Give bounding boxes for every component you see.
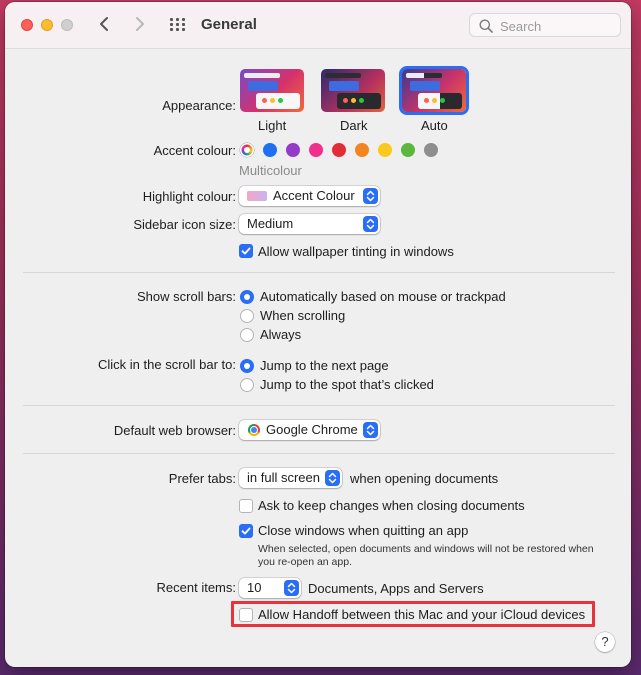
- search-input[interactable]: [498, 17, 617, 35]
- recent-items-popup[interactable]: 10: [239, 578, 301, 598]
- accent-selected-name: Multicolour: [239, 163, 302, 178]
- close-windows-label[interactable]: Close windows when quitting an app: [258, 523, 468, 538]
- scroll-click-spot-radio[interactable]: [240, 378, 254, 392]
- search-icon: [479, 19, 493, 33]
- recent-items-label: Recent items:: [156, 580, 236, 595]
- show-all-grid-icon[interactable]: [170, 18, 186, 32]
- highlight-colour-value: Accent Colour: [273, 188, 355, 203]
- scroll-click-label: Click in the scroll bar to:: [98, 357, 236, 372]
- accent-swatch-multicolour[interactable]: [240, 143, 254, 157]
- scroll-bars-auto-label[interactable]: Automatically based on mouse or trackpad: [260, 289, 506, 304]
- chevron-left-icon: [100, 17, 108, 31]
- close-window-button[interactable]: [21, 19, 33, 31]
- close-windows-checkbox[interactable]: [239, 524, 253, 538]
- appearance-dark-thumbnail[interactable]: [321, 69, 385, 112]
- appearance-label: Appearance:: [162, 98, 236, 113]
- appearance-option-dark-label: Dark: [340, 118, 368, 133]
- accent-swatch-pink[interactable]: [309, 143, 323, 157]
- sidebar-icon-size-value: Medium: [247, 216, 294, 231]
- zoom-window-button[interactable]: [61, 19, 73, 31]
- help-button[interactable]: ?: [595, 632, 615, 652]
- accent-colour-label: Accent colour:: [153, 143, 236, 158]
- back-button[interactable]: [95, 13, 115, 35]
- popup-stepper-icon: [363, 422, 378, 438]
- handoff-label[interactable]: Allow Handoff between this Mac and your …: [258, 607, 585, 622]
- ask-keep-changes-checkbox[interactable]: [239, 499, 253, 513]
- checkmark-icon: [241, 247, 251, 255]
- ask-keep-changes-label[interactable]: Ask to keep changes when closing documen…: [258, 498, 525, 513]
- show-scroll-bars-label: Show scroll bars:: [137, 289, 236, 304]
- appearance-option-auto-label: Auto: [421, 118, 448, 133]
- highlight-colour-label: Highlight colour:: [142, 189, 236, 204]
- accent-swatch-yellow[interactable]: [378, 143, 392, 157]
- accent-swatch-graphite[interactable]: [424, 143, 438, 157]
- default-browser-popup[interactable]: Google Chrome: [239, 420, 380, 440]
- accent-swatch-orange[interactable]: [355, 143, 369, 157]
- scroll-bars-when-scrolling-label[interactable]: When scrolling: [260, 308, 345, 323]
- wallpaper-tinting-label[interactable]: Allow wallpaper tinting in windows: [258, 244, 454, 259]
- minimize-window-button[interactable]: [41, 19, 53, 31]
- highlight-colour-popup[interactable]: Accent Colour: [239, 186, 380, 206]
- popup-stepper-icon: [363, 216, 378, 232]
- section-divider: [23, 453, 615, 454]
- prefer-tabs-popup[interactable]: in full screen: [239, 468, 342, 488]
- accent-swatch-blue[interactable]: [263, 143, 277, 157]
- highlight-colour-preview: [247, 191, 267, 201]
- recent-items-suffix: Documents, Apps and Servers: [308, 581, 484, 596]
- appearance-auto-thumbnail[interactable]: [402, 69, 466, 112]
- close-windows-note: When selected, open documents and window…: [258, 543, 594, 568]
- sidebar-icon-size-popup[interactable]: Medium: [239, 214, 380, 234]
- recent-items-value: 10: [247, 580, 262, 595]
- chrome-icon: [248, 424, 260, 436]
- preferences-window: General Appearance: Light Dark Auto: [5, 2, 631, 667]
- wallpaper-tinting-checkbox[interactable]: [239, 244, 253, 258]
- prefer-tabs-suffix: when opening documents: [350, 471, 499, 486]
- default-browser-label: Default web browser:: [113, 423, 236, 438]
- scroll-bars-when-scrolling-radio[interactable]: [240, 309, 254, 323]
- prefer-tabs-label: Prefer tabs:: [168, 471, 236, 486]
- title-bar: General: [5, 2, 631, 49]
- scroll-bars-auto-radio[interactable]: [240, 290, 254, 304]
- scroll-click-next-page-label[interactable]: Jump to the next page: [260, 358, 389, 373]
- scroll-click-spot-label[interactable]: Jump to the spot that’s clicked: [260, 377, 434, 392]
- chevron-right-icon: [136, 17, 144, 31]
- section-divider: [23, 405, 615, 406]
- search-field[interactable]: [469, 13, 621, 37]
- popup-stepper-icon: [325, 470, 340, 486]
- accent-swatch-green[interactable]: [401, 143, 415, 157]
- popup-stepper-icon: [363, 188, 378, 204]
- checkmark-icon: [241, 527, 251, 535]
- popup-stepper-icon: [284, 580, 299, 596]
- sidebar-icon-size-label: Sidebar icon size:: [133, 217, 236, 232]
- scroll-click-next-page-radio[interactable]: [240, 359, 254, 373]
- scroll-bars-always-label[interactable]: Always: [260, 327, 301, 342]
- section-divider: [23, 272, 615, 273]
- accent-swatch-purple[interactable]: [286, 143, 300, 157]
- handoff-checkbox[interactable]: [239, 608, 253, 622]
- prefer-tabs-value: in full screen: [247, 470, 320, 485]
- accent-swatch-red[interactable]: [332, 143, 346, 157]
- forward-button[interactable]: [129, 13, 149, 35]
- window-title: General: [201, 16, 257, 33]
- default-browser-value: Google Chrome: [266, 422, 358, 437]
- scroll-bars-always-radio[interactable]: [240, 328, 254, 342]
- appearance-option-light-label: Light: [258, 118, 287, 133]
- appearance-light-thumbnail[interactable]: [240, 69, 304, 112]
